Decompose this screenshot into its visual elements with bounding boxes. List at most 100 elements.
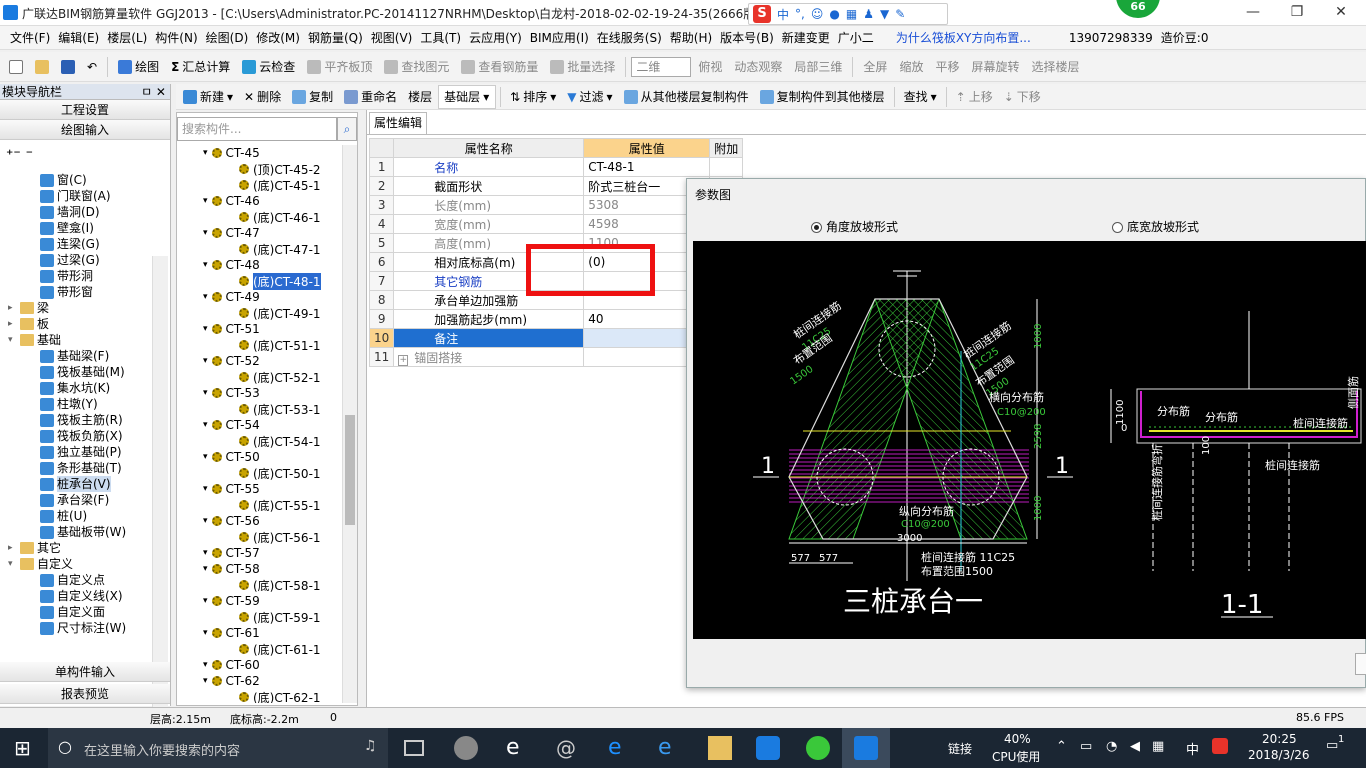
nav-tree-item[interactable]: 墙洞(D) [0,204,152,220]
menu-draw[interactable]: 绘图(D) [202,29,253,46]
rename-button[interactable]: 重命名 [339,85,402,109]
nav-tree-item[interactable]: 自定义点 [0,572,152,588]
nav-tree-item[interactable]: 筏板负筋(X) [0,428,152,444]
component-tree-item[interactable]: (底)CT-47-1 [177,241,342,257]
nav-tree-item[interactable]: 独立基础(P) [0,444,152,460]
nav-tree-item[interactable]: ▸ 其它 [0,540,152,556]
nav-tree-item[interactable]: 承台梁(F) [0,492,152,508]
expand-icon[interactable]: + [398,354,409,366]
toggle-arrow-icon[interactable]: ▾ [203,676,208,686]
ime-punct[interactable]: °, [795,7,805,21]
component-tree-item[interactable]: (底)CT-56-1 [177,529,342,545]
copy-button[interactable]: 复制 [287,85,338,109]
cloud-check-button[interactable]: 云检查 [237,55,300,79]
menu-cloud[interactable]: 云应用(Y) [465,29,526,46]
component-tree-item[interactable]: (底)CT-58-1 [177,577,342,593]
toggle-arrow-icon[interactable]: ▾ [203,356,208,366]
maximize-button[interactable]: ❐ [1274,2,1320,24]
smile-icon[interactable]: ☺ [811,7,824,21]
rotate-button[interactable]: 屏幕旋转 [966,55,1024,79]
menu-file[interactable]: 文件(F) [6,29,54,46]
task-view-icon[interactable] [404,740,424,756]
toggle-arrow-icon[interactable]: ▾ [203,484,208,494]
new-component-button[interactable]: 新建 ▾ [178,85,238,109]
green-app-icon[interactable] [806,736,830,760]
single-component-input-button[interactable]: 单构件输入 [0,662,170,682]
component-tree-item[interactable]: ▾ CT-51 [177,321,342,337]
toggle-arrow-icon[interactable]: ▾ [203,660,208,670]
component-search-input[interactable]: 搜索构件... [177,117,337,141]
copy-to-floor-button[interactable]: 复制构件到其他楼层 [755,85,890,109]
menu-rebar[interactable]: 钢筋量(Q) [304,29,367,46]
nav-tree-item[interactable]: 门联窗(A) [0,188,152,204]
select-floor-button[interactable]: 选择楼层 [1026,55,1084,79]
component-tree-item[interactable]: (底)CT-55-1 [177,497,342,513]
local-3d-button[interactable]: 局部三维 [789,55,847,79]
component-tree-item[interactable]: (底)CT-51-1 [177,337,342,353]
clock-time[interactable]: 20:25 [1262,732,1297,746]
component-tree-item[interactable]: ▾ CT-62 [177,673,342,689]
nav-tree-item[interactable]: 壁龛(I) [0,220,152,236]
component-tree-item[interactable]: (底)CT-59-1 [177,609,342,625]
property-row[interactable]: 1 名称 CT-48-1 [368,157,744,177]
component-tree-item[interactable]: ▾ CT-56 [177,513,342,529]
component-tree-item[interactable]: ▾ CT-53 [177,385,342,401]
fan-app-icon[interactable] [454,736,478,760]
dynamic-view-button[interactable]: 动态观察 [729,55,787,79]
component-tree-item[interactable]: ▾ CT-58 [177,561,342,577]
align-top-button[interactable]: 平齐板顶 [302,55,377,79]
move-up-button[interactable]: ⇡ 上移 [951,85,998,109]
report-preview-button[interactable]: 报表预览 [0,684,170,704]
ime-toolbar[interactable]: S 中 °, ☺ ● ▦ ♟ ▼ ✎ [748,3,948,25]
menu-edit[interactable]: 编辑(E) [54,29,103,46]
pan-button[interactable]: 平移 [930,55,964,79]
user-icon[interactable]: ♟ [863,7,874,21]
notification-badge[interactable]: 66 [1116,0,1160,18]
price-beans[interactable]: 造价豆:0 [1157,29,1213,46]
nav-tree-item[interactable]: 集水坑(K) [0,380,152,396]
glodon-icon[interactable] [756,736,780,760]
toggle-arrow-icon[interactable]: ▾ [203,228,208,238]
view-rebar-button[interactable]: 查看钢筋量 [456,55,543,79]
fullscreen-button[interactable]: 全屏 [858,55,892,79]
filter-button[interactable]: ▼ 过滤 ▾ [562,85,617,109]
clock-date[interactable]: 2018/3/26 [1248,748,1310,762]
menu-version[interactable]: 版本号(B) [716,29,778,46]
menu-new-change[interactable]: 新建变更 [778,29,834,46]
nav-tree-item[interactable]: 自定义面 [0,604,152,620]
menu-guangxiaoer[interactable]: 广小二 [834,29,878,46]
menu-tools[interactable]: 工具(T) [416,29,465,46]
nav-tree-item[interactable]: ▸ 梁 [0,300,152,316]
expand-collapse-icons[interactable]: ⁺⁻ ⁻ [0,140,170,170]
toggle-arrow-icon[interactable]: ▾ [203,388,208,398]
menu-component[interactable]: 构件(N) [151,29,201,46]
keyboard-icon[interactable]: ▦ [846,7,857,21]
component-tree-item[interactable]: (顶)CT-45-2 [177,161,342,177]
toggle-arrow-icon[interactable]: ▾ [203,452,208,462]
minimize-button[interactable]: — [1230,2,1276,24]
action-center-icon[interactable]: ▭ [1326,738,1338,753]
component-tree-item[interactable]: ▾ CT-54 [177,417,342,433]
tip-link[interactable]: 为什么筏板XY方向布置... [892,29,1035,46]
toggle-arrow-icon[interactable]: ▸ [8,300,18,316]
toggle-arrow-icon[interactable]: ▾ [203,292,208,302]
sogou-icon[interactable]: S [753,5,771,23]
nav-tree-item[interactable]: 过梁(G) [0,252,152,268]
nav-tree-item[interactable]: 筏板基础(M) [0,364,152,380]
toggle-arrow-icon[interactable]: ▾ [203,420,208,430]
radio-angle-slope[interactable]: 角度放坡形式 [811,218,898,235]
delete-button[interactable]: ✕ 删除 [239,85,286,109]
wrench-icon[interactable]: ✎ [895,7,905,21]
nav-tree-item[interactable]: 带形窗 [0,284,152,300]
toggle-arrow-icon[interactable]: ▾ [203,196,208,206]
nav-tree-item[interactable]: 桩承台(V) [0,476,152,492]
tray-link[interactable]: 链接 [948,740,972,757]
component-tree-item[interactable]: ▾ CT-45 [177,145,342,161]
property-add-checkbox[interactable] [709,157,744,177]
close-button[interactable]: ✕ [1318,2,1364,24]
open-folder-icon[interactable] [30,55,54,79]
tray-sogou-icon[interactable] [1212,738,1228,754]
tray-volume-icon[interactable]: ◀ [1130,739,1140,754]
nav-tree-item[interactable]: 窗(C) [0,172,152,188]
component-tree-item[interactable]: ▾ CT-49 [177,289,342,305]
